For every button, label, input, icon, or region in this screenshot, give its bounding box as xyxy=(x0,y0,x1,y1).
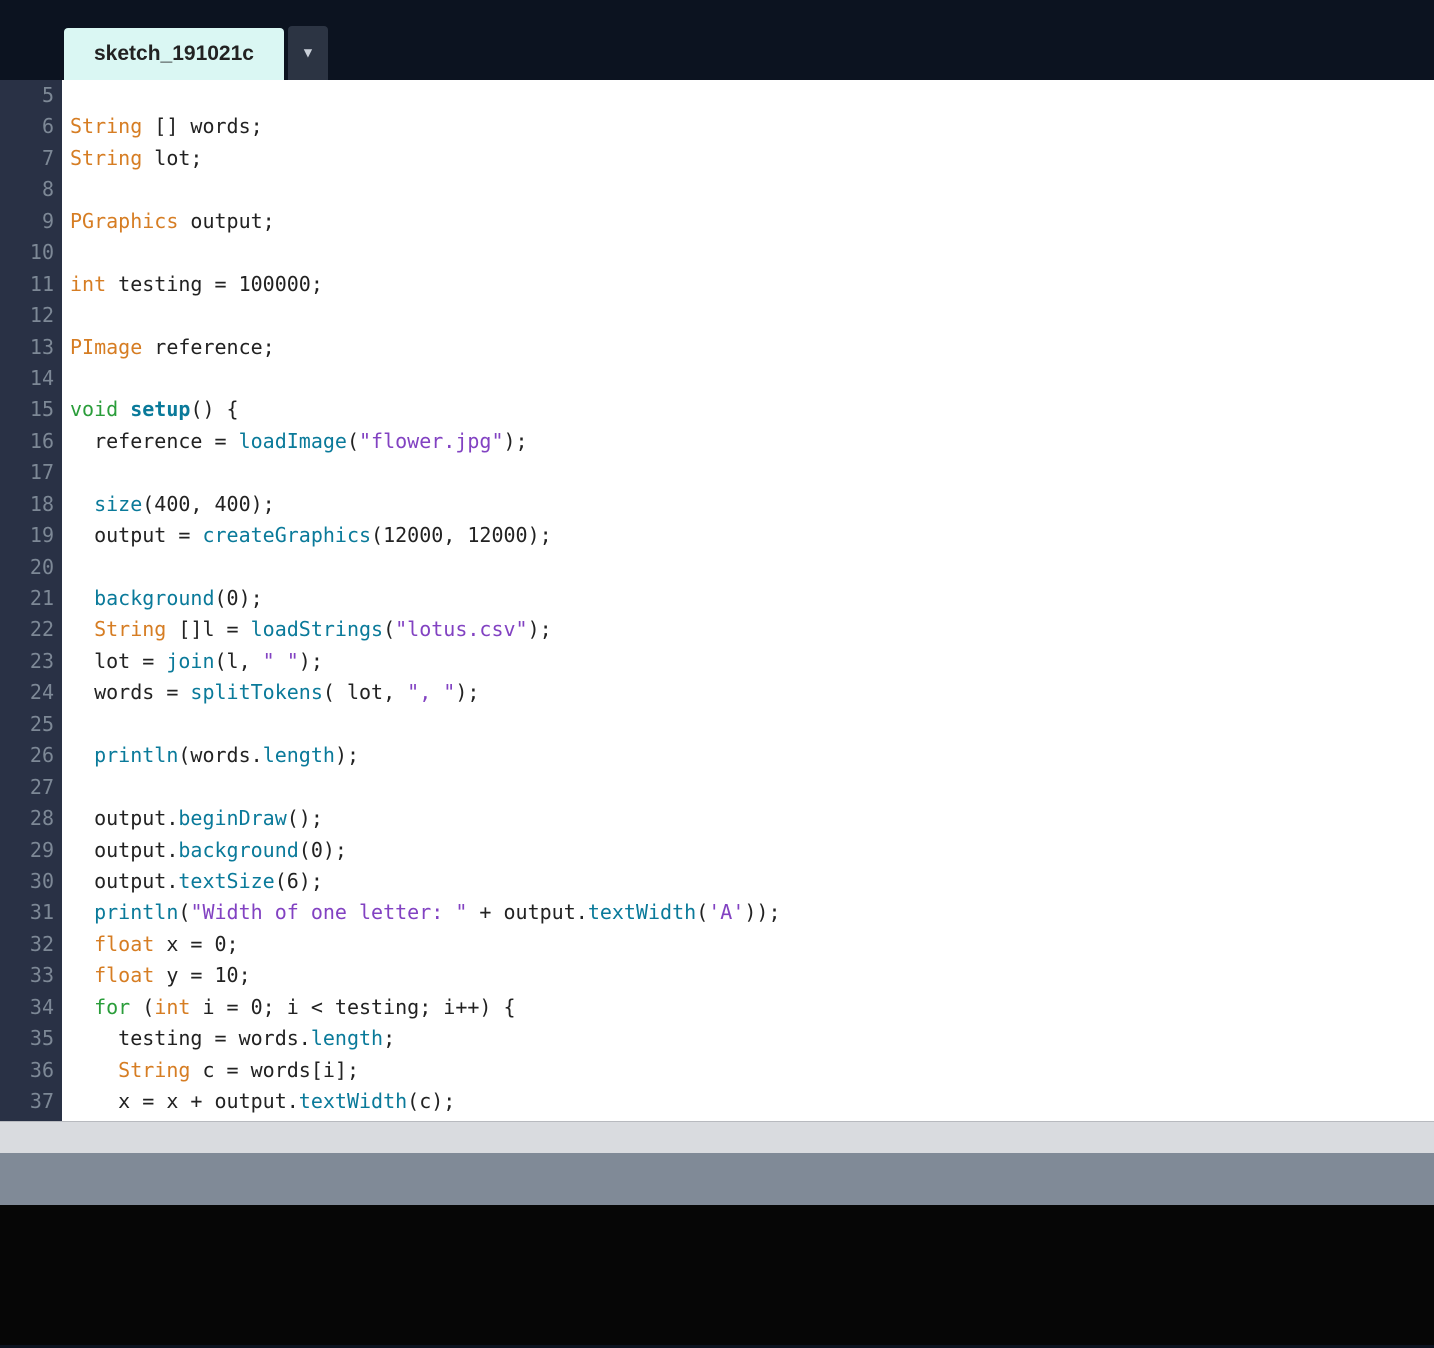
code-line[interactable]: String [] words; xyxy=(70,111,1434,142)
status-bar xyxy=(0,1153,1434,1205)
code-line[interactable] xyxy=(70,363,1434,394)
code-line[interactable]: float y = 10; xyxy=(70,960,1434,991)
line-number: 6 xyxy=(0,111,54,142)
code-line[interactable]: String []l = loadStrings("lotus.csv"); xyxy=(70,614,1434,645)
code-line[interactable]: int testing = 100000; xyxy=(70,269,1434,300)
code-line[interactable]: println("Width of one letter: " + output… xyxy=(70,897,1434,928)
code-line[interactable]: String c = words[i]; xyxy=(70,1055,1434,1086)
line-number: 13 xyxy=(0,332,54,363)
line-number: 8 xyxy=(0,174,54,205)
line-number: 23 xyxy=(0,646,54,677)
line-number: 5 xyxy=(0,80,54,111)
line-number: 31 xyxy=(0,897,54,928)
line-number: 30 xyxy=(0,866,54,897)
code-line[interactable] xyxy=(70,80,1434,111)
line-number: 7 xyxy=(0,143,54,174)
code-line[interactable] xyxy=(70,552,1434,583)
line-number: 32 xyxy=(0,929,54,960)
code-line[interactable]: float x = 0; xyxy=(70,929,1434,960)
line-number: 17 xyxy=(0,457,54,488)
line-number-gutter: 5678910111213141516171819202122232425262… xyxy=(0,80,62,1121)
code-line[interactable]: output = createGraphics(12000, 12000); xyxy=(70,520,1434,551)
code-line[interactable]: background(0); xyxy=(70,583,1434,614)
code-line[interactable]: output.background(0); xyxy=(70,835,1434,866)
code-line[interactable]: size(400, 400); xyxy=(70,489,1434,520)
code-line[interactable] xyxy=(70,772,1434,803)
code-line[interactable]: void setup() { xyxy=(70,394,1434,425)
line-number: 9 xyxy=(0,206,54,237)
code-line[interactable] xyxy=(70,709,1434,740)
line-number: 24 xyxy=(0,677,54,708)
code-line[interactable]: PImage reference; xyxy=(70,332,1434,363)
code-line[interactable] xyxy=(70,300,1434,331)
code-line[interactable]: for (int i = 0; i < testing; i++) { xyxy=(70,992,1434,1023)
line-number: 35 xyxy=(0,1023,54,1054)
line-number: 22 xyxy=(0,614,54,645)
line-number: 27 xyxy=(0,772,54,803)
line-number: 15 xyxy=(0,394,54,425)
console[interactable] xyxy=(0,1205,1434,1345)
code-line[interactable]: testing = words.length; xyxy=(70,1023,1434,1054)
line-number: 29 xyxy=(0,835,54,866)
line-number: 12 xyxy=(0,300,54,331)
code-line[interactable]: lot = join(l, " "); xyxy=(70,646,1434,677)
line-number: 16 xyxy=(0,426,54,457)
code-line[interactable]: words = splitTokens( lot, ", "); xyxy=(70,677,1434,708)
code-line[interactable]: PGraphics output; xyxy=(70,206,1434,237)
editor[interactable]: 5678910111213141516171819202122232425262… xyxy=(0,80,1434,1121)
tab-dropdown[interactable]: ▼ xyxy=(288,26,328,80)
line-number: 20 xyxy=(0,552,54,583)
code-line[interactable]: println(words.length); xyxy=(70,740,1434,771)
line-number: 18 xyxy=(0,489,54,520)
line-number: 14 xyxy=(0,363,54,394)
code-line[interactable]: x = x + output.textWidth(c); xyxy=(70,1086,1434,1117)
code-line[interactable]: reference = loadImage("flower.jpg"); xyxy=(70,426,1434,457)
code-line[interactable] xyxy=(70,174,1434,205)
editor-footer-border xyxy=(0,1121,1434,1153)
code-line[interactable] xyxy=(70,457,1434,488)
chevron-down-icon: ▼ xyxy=(304,45,312,61)
titlebar-spacer xyxy=(0,0,1434,26)
code-line[interactable]: output.textSize(6); xyxy=(70,866,1434,897)
line-number: 10 xyxy=(0,237,54,268)
code-line[interactable] xyxy=(70,237,1434,268)
code-line[interactable]: String lot; xyxy=(70,143,1434,174)
line-number: 37 xyxy=(0,1086,54,1117)
tab-sketch[interactable]: sketch_191021c xyxy=(64,28,284,80)
line-number: 11 xyxy=(0,269,54,300)
code-area[interactable]: String [] words;String lot; PGraphics out… xyxy=(62,80,1434,1121)
line-number: 28 xyxy=(0,803,54,834)
line-number: 26 xyxy=(0,740,54,771)
code-line[interactable]: output.beginDraw(); xyxy=(70,803,1434,834)
line-number: 21 xyxy=(0,583,54,614)
line-number: 19 xyxy=(0,520,54,551)
line-number: 34 xyxy=(0,992,54,1023)
line-number: 33 xyxy=(0,960,54,991)
line-number: 25 xyxy=(0,709,54,740)
tab-bar: sketch_191021c ▼ xyxy=(0,26,1434,80)
line-number: 36 xyxy=(0,1055,54,1086)
